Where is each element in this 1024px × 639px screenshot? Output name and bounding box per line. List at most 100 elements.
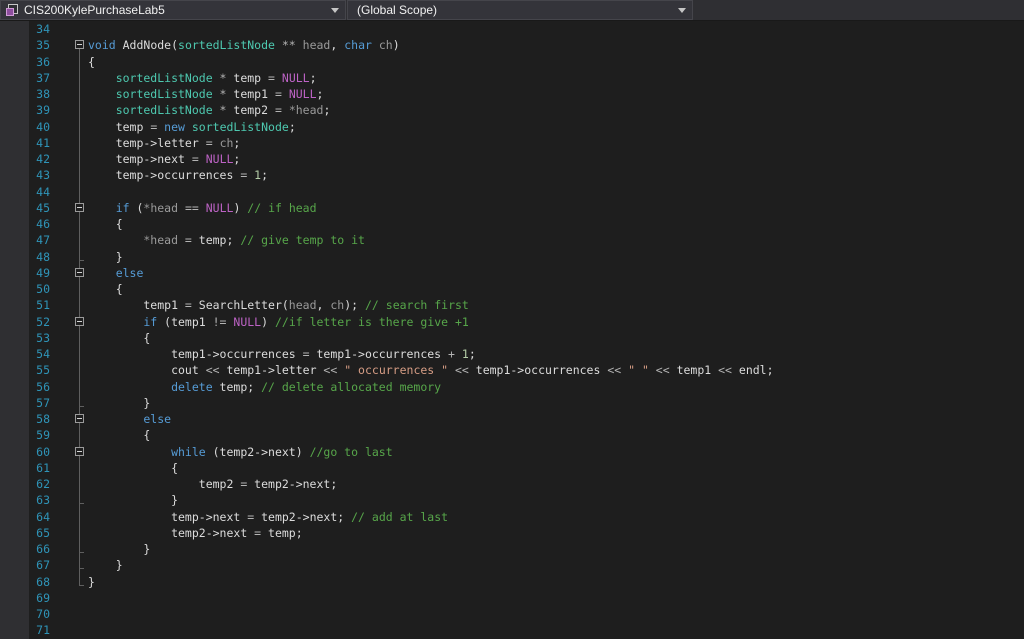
collapse-toggle-icon[interactable] — [75, 447, 84, 456]
code-line[interactable]: 42temp->next = NULL; — [0, 151, 1024, 167]
code-line[interactable]: 48} — [0, 249, 1024, 265]
code-line[interactable]: 71 — [0, 622, 1024, 638]
line-number: 70 — [0, 606, 50, 622]
line-number: 64 — [0, 509, 50, 525]
code-line[interactable]: 55cout << temp1->letter << " occurrences… — [0, 362, 1024, 378]
code-line[interactable]: 44 — [0, 184, 1024, 200]
outline-margin — [50, 119, 88, 135]
code-line[interactable]: 36{ — [0, 54, 1024, 70]
line-number: 71 — [0, 622, 50, 638]
code-line[interactable]: 67} — [0, 557, 1024, 573]
line-number: 39 — [0, 102, 50, 118]
code-text: else — [88, 265, 143, 281]
line-number: 68 — [0, 574, 50, 590]
line-number: 49 — [0, 265, 50, 281]
code-line[interactable]: 60while (temp2->next) //go to last — [0, 444, 1024, 460]
code-line[interactable]: 54 temp1->occurrences = temp1->occurrence… — [0, 346, 1024, 362]
outline-margin — [50, 492, 88, 508]
line-number: 34 — [0, 21, 50, 37]
outline-margin — [50, 314, 88, 330]
outline-margin — [50, 102, 88, 118]
code-line[interactable]: 49 else — [0, 265, 1024, 281]
code-text: if (*head == NULL) // if head — [88, 200, 317, 216]
line-number: 65 — [0, 525, 50, 541]
code-line[interactable]: 34 — [0, 21, 1024, 37]
code-line[interactable]: 69 — [0, 590, 1024, 606]
code-line[interactable]: 51temp1 = SearchLetter(head, ch); // sea… — [0, 297, 1024, 313]
code-text: sortedListNode * temp = NULL; — [88, 70, 317, 86]
code-text: } — [88, 574, 95, 590]
line-number: 69 — [0, 590, 50, 606]
code-line[interactable]: 52if (temp1 != NULL) //if letter is ther… — [0, 314, 1024, 330]
line-number: 54 — [0, 346, 50, 362]
outline-margin — [50, 54, 88, 70]
code-line[interactable]: 62temp2 = temp2->next; — [0, 476, 1024, 492]
scope-dropdown-label: (Global Scope) — [357, 3, 437, 17]
line-number: 58 — [0, 411, 50, 427]
navbar-spacer — [693, 0, 1024, 20]
code-text: } — [88, 249, 123, 265]
outline-margin — [50, 281, 88, 297]
code-line[interactable]: 53{ — [0, 330, 1024, 346]
code-area: 3435void AddNode(sortedListNode ** head,… — [0, 21, 1024, 639]
code-text: temp->letter = ch; — [88, 135, 240, 151]
collapse-toggle-icon[interactable] — [75, 40, 84, 49]
code-line[interactable]: 61{ — [0, 460, 1024, 476]
code-line[interactable]: 39sortedListNode * temp2 = *head; — [0, 102, 1024, 118]
code-line[interactable]: 45 if (*head == NULL) // if head — [0, 200, 1024, 216]
code-text: else — [88, 411, 171, 427]
code-line[interactable]: 68} — [0, 574, 1024, 590]
code-line[interactable]: 50{ — [0, 281, 1024, 297]
code-line[interactable]: 46{ — [0, 216, 1024, 232]
code-line[interactable]: 35void AddNode(sortedListNode ** head, c… — [0, 37, 1024, 53]
code-text: { — [88, 460, 178, 476]
chevron-down-icon — [678, 8, 686, 13]
code-line[interactable]: 37sortedListNode * temp = NULL; — [0, 70, 1024, 86]
code-text: } — [88, 541, 150, 557]
code-line[interactable]: 58 else — [0, 411, 1024, 427]
line-number: 63 — [0, 492, 50, 508]
line-number: 35 — [0, 37, 50, 53]
outline-margin — [50, 151, 88, 167]
code-line[interactable]: 63} — [0, 492, 1024, 508]
code-text: temp1->occurrences = temp1->occurrences … — [88, 346, 476, 362]
line-number: 45 — [0, 200, 50, 216]
outline-margin — [50, 379, 88, 395]
line-number: 62 — [0, 476, 50, 492]
outline-margin — [50, 135, 88, 151]
code-text: temp->occurrences = 1; — [88, 167, 268, 183]
outline-margin — [50, 265, 88, 281]
outline-margin — [50, 395, 88, 411]
collapse-toggle-icon[interactable] — [75, 268, 84, 277]
line-number: 40 — [0, 119, 50, 135]
code-line[interactable]: 41temp->letter = ch; — [0, 135, 1024, 151]
code-line[interactable]: 38sortedListNode * temp1 = NULL; — [0, 86, 1024, 102]
code-line[interactable]: 64temp->next = temp2->next; // add at la… — [0, 509, 1024, 525]
line-number: 60 — [0, 444, 50, 460]
outline-margin — [50, 411, 88, 427]
outline-margin — [50, 21, 88, 37]
code-line[interactable]: 40temp = new sortedListNode; — [0, 119, 1024, 135]
code-editor[interactable]: 3435void AddNode(sortedListNode ** head,… — [0, 21, 1024, 639]
line-number: 48 — [0, 249, 50, 265]
code-line[interactable]: 70 — [0, 606, 1024, 622]
code-line[interactable]: 66} — [0, 541, 1024, 557]
code-line[interactable]: 43temp->occurrences = 1; — [0, 167, 1024, 183]
collapse-toggle-icon[interactable] — [75, 317, 84, 326]
outline-margin — [50, 184, 88, 200]
collapse-toggle-icon[interactable] — [75, 414, 84, 423]
scope-dropdown[interactable]: (Global Scope) — [347, 0, 693, 20]
code-line[interactable]: 59{ — [0, 427, 1024, 443]
code-line[interactable]: 57} — [0, 395, 1024, 411]
outline-margin — [50, 297, 88, 313]
code-line[interactable]: 65temp2->next = temp; — [0, 525, 1024, 541]
outline-margin — [50, 590, 88, 606]
code-text: { — [88, 330, 150, 346]
code-text: } — [88, 557, 123, 573]
code-line[interactable]: 47*head = temp; // give temp to it — [0, 232, 1024, 248]
code-line[interactable]: 56delete temp; // delete allocated memor… — [0, 379, 1024, 395]
line-number: 66 — [0, 541, 50, 557]
line-number: 51 — [0, 297, 50, 313]
type-dropdown[interactable]: CIS200KylePurchaseLab5 — [0, 0, 346, 20]
collapse-toggle-icon[interactable] — [75, 203, 84, 212]
